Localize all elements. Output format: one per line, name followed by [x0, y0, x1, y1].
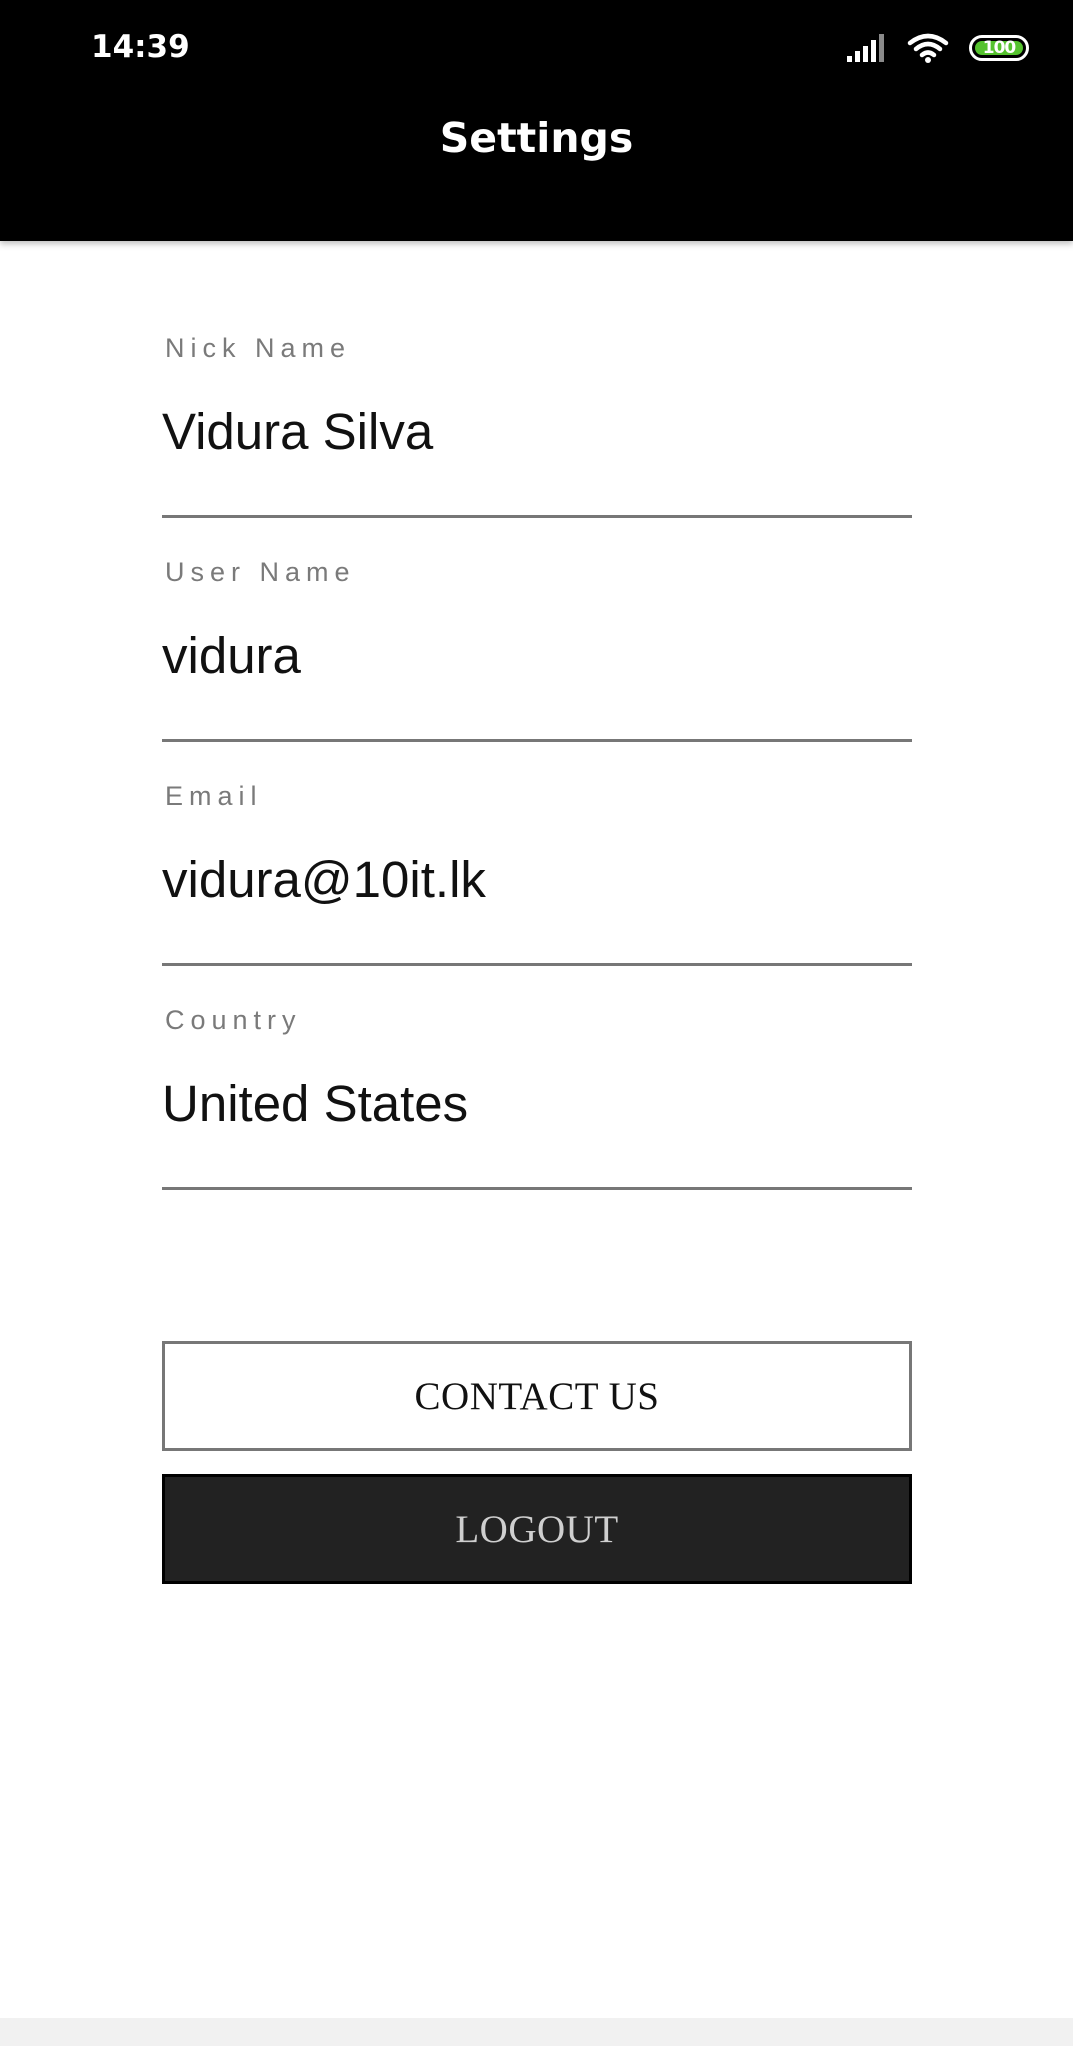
- country-underline: [162, 1187, 912, 1190]
- user-name-underline: [162, 739, 912, 742]
- nick-name-value[interactable]: Vidura Silva: [162, 400, 912, 464]
- user-name-value[interactable]: vidura: [162, 624, 912, 688]
- status-time: 14:39: [91, 29, 190, 65]
- email-value[interactable]: vidura@10it.lk: [162, 848, 912, 912]
- settings-screen: 14:39 100 Settings Nick Name Vidura Silv…: [0, 0, 1073, 2046]
- email-field[interactable]: Email vidura@10it.lk: [162, 778, 912, 998]
- country-label: Country: [165, 1005, 302, 1035]
- page-title: Settings: [439, 114, 634, 162]
- bottom-strip: [0, 2018, 1073, 2046]
- user-name-field[interactable]: User Name vidura: [162, 554, 912, 774]
- top-bar: 14:39 100 Settings: [0, 0, 1073, 241]
- nick-name-label: Nick Name: [165, 333, 352, 363]
- email-underline: [162, 963, 912, 966]
- user-name-label: User Name: [165, 557, 356, 587]
- contact-us-button[interactable]: CONTACT US: [162, 1341, 912, 1451]
- country-field[interactable]: Country United States: [162, 1002, 912, 1222]
- status-icons: 100: [845, 30, 1029, 66]
- nick-name-field[interactable]: Nick Name Vidura Silva: [162, 330, 912, 550]
- cell-signal-icon: [847, 34, 884, 62]
- logout-button[interactable]: LOGOUT: [162, 1474, 912, 1584]
- nick-name-underline: [162, 515, 912, 518]
- wifi-icon: [907, 33, 949, 63]
- battery-level: 100: [982, 38, 1016, 58]
- battery-icon: 100: [969, 35, 1029, 61]
- email-label: Email: [165, 781, 263, 811]
- country-value[interactable]: United States: [162, 1072, 912, 1136]
